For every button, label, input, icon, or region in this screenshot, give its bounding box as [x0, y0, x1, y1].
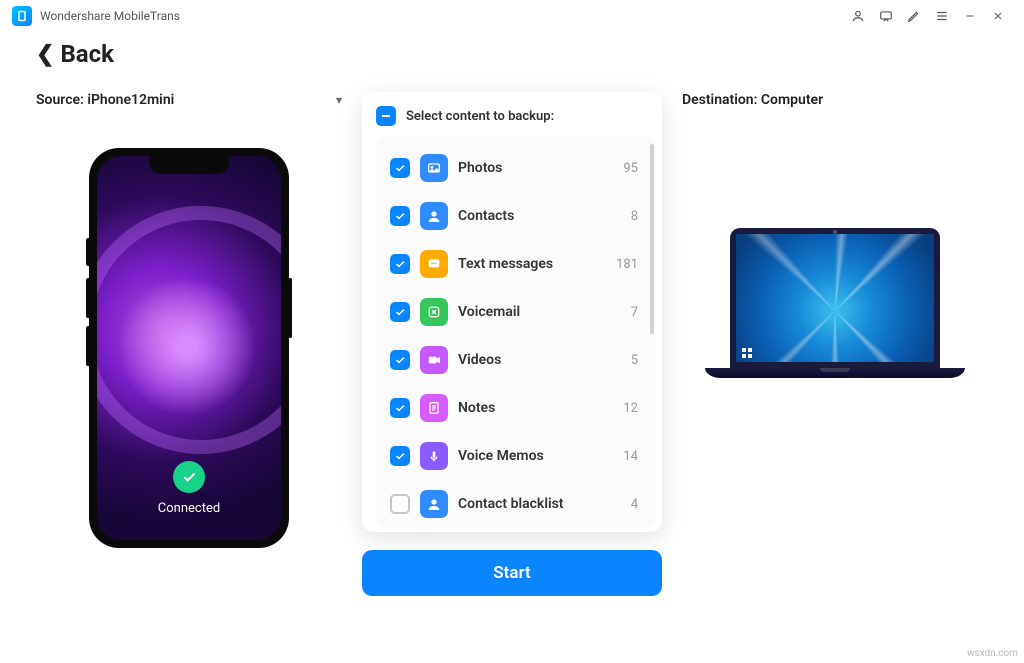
menu-icon[interactable]	[928, 4, 956, 28]
photo-icon	[420, 154, 448, 182]
content-row-voice-memos[interactable]: Voice Memos14	[384, 432, 652, 480]
windows-logo-icon	[742, 348, 752, 358]
source-device-phone: Connected	[89, 148, 289, 548]
row-label: Contact blacklist	[458, 496, 631, 512]
content-row-videos[interactable]: Videos5	[384, 336, 652, 384]
message-icon	[420, 250, 448, 278]
back-button[interactable]: ❮ Back	[0, 32, 1024, 82]
account-icon[interactable]	[844, 4, 872, 28]
destination-label-row: Destination: Computer	[682, 92, 988, 108]
video-icon	[420, 346, 448, 374]
row-count: 181	[616, 257, 646, 272]
checkbox[interactable]	[390, 350, 410, 370]
watermark: wsxdn.com	[967, 648, 1018, 659]
content-list: Photos95Contacts8Text messages181Voicema…	[376, 136, 656, 528]
checkbox[interactable]	[390, 254, 410, 274]
content-row-text-messages[interactable]: Text messages181	[384, 240, 652, 288]
row-count: 12	[623, 401, 646, 416]
source-label: Source: iPhone12mini	[36, 92, 174, 108]
chevron-left-icon: ❮	[36, 42, 54, 67]
row-count: 7	[631, 305, 646, 320]
select-all-checkbox[interactable]	[376, 106, 396, 126]
close-button[interactable]	[984, 4, 1012, 28]
row-count: 4	[631, 497, 646, 512]
row-label: Voice Memos	[458, 448, 623, 464]
connection-status: Connected	[158, 501, 220, 516]
content-row-photos[interactable]: Photos95	[384, 144, 652, 192]
content-row-voicemail[interactable]: Voicemail7	[384, 288, 652, 336]
memo-icon	[420, 442, 448, 470]
contact-icon	[420, 490, 448, 518]
row-count: 5	[631, 353, 646, 368]
back-label: Back	[60, 40, 113, 68]
row-count: 8	[631, 209, 646, 224]
row-count: 95	[623, 161, 646, 176]
titlebar: Wondershare MobileTrans	[0, 0, 1024, 32]
row-label: Photos	[458, 160, 623, 176]
content-row-contact-blacklist[interactable]: Contact blacklist4	[384, 480, 652, 528]
checkbox[interactable]	[390, 302, 410, 322]
edit-icon[interactable]	[900, 4, 928, 28]
content-selection-card: Select content to backup: Photos95Contac…	[362, 92, 662, 532]
chevron-down-icon: ▾	[336, 93, 342, 107]
row-label: Notes	[458, 400, 623, 416]
voicemail-icon	[420, 298, 448, 326]
panel-header: Select content to backup:	[406, 109, 554, 124]
row-label: Voicemail	[458, 304, 631, 320]
content-row-contacts[interactable]: Contacts8	[384, 192, 652, 240]
minimize-button[interactable]	[956, 4, 984, 28]
start-button[interactable]: Start	[362, 550, 662, 596]
row-label: Contacts	[458, 208, 631, 224]
scrollbar[interactable]	[650, 144, 654, 334]
row-label: Text messages	[458, 256, 616, 272]
contact-icon	[420, 202, 448, 230]
source-selector[interactable]: Source: iPhone12mini ▾	[36, 92, 342, 108]
destination-device-laptop	[705, 228, 965, 378]
content-row-notes[interactable]: Notes12	[384, 384, 652, 432]
checkbox[interactable]	[390, 398, 410, 418]
row-label: Videos	[458, 352, 631, 368]
checkbox[interactable]	[390, 446, 410, 466]
note-icon	[420, 394, 448, 422]
feedback-icon[interactable]	[872, 4, 900, 28]
app-title: Wondershare MobileTrans	[40, 9, 180, 23]
checkbox[interactable]	[390, 494, 410, 514]
row-count: 14	[623, 449, 646, 464]
connected-check-icon	[173, 461, 205, 493]
destination-label: Destination: Computer	[682, 92, 823, 108]
checkbox[interactable]	[390, 158, 410, 178]
app-logo	[12, 6, 32, 26]
checkbox[interactable]	[390, 206, 410, 226]
